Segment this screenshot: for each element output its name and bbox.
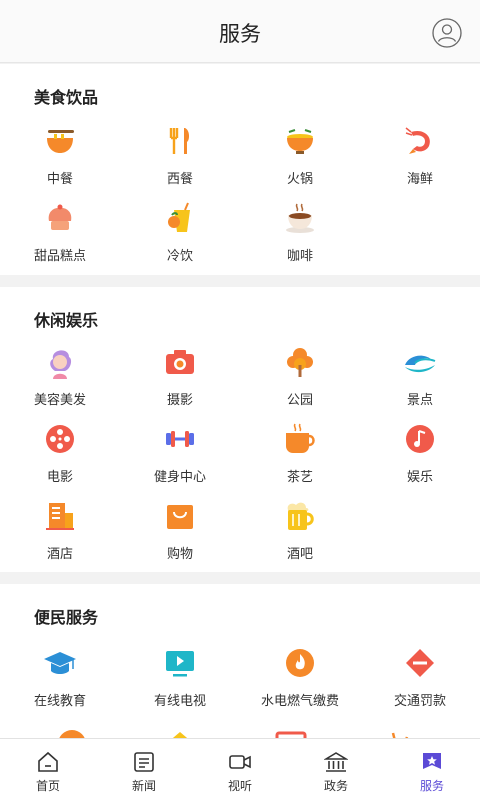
section-food-drink: 美食饮品 中餐 西餐 火锅 海鲜 甜品糕点 冷饮 咖啡 <box>0 64 480 275</box>
service-item-beauty[interactable]: 美容美发 <box>0 345 120 421</box>
tab-label: 服务 <box>419 779 444 793</box>
service-item-label: 电影 <box>46 470 73 485</box>
service-item-label: 购物 <box>166 547 193 562</box>
service-item-hotpot[interactable]: 火锅 <box>240 124 360 200</box>
tab-label: 政务 <box>323 779 348 793</box>
section-title: 休闲娱乐 <box>34 311 99 330</box>
service-item-label: 交通罚款 <box>393 694 446 709</box>
tv-icon <box>166 651 194 677</box>
partial-first-aid-icon[interactable] <box>274 727 308 738</box>
service-item-label: 西餐 <box>166 172 193 187</box>
home-icon <box>38 751 58 772</box>
service-item-photography[interactable]: 摄影 <box>120 345 240 421</box>
coffee-cup-icon <box>286 203 314 233</box>
service-item-bar[interactable]: 酒吧 <box>240 499 360 575</box>
service-item-park[interactable]: 公园 <box>240 345 360 421</box>
tab-government[interactable]: 政务 <box>288 739 384 800</box>
tab-news[interactable]: 新闻 <box>96 739 192 800</box>
service-flag-icon <box>423 753 441 769</box>
service-item-label: 中餐 <box>46 172 73 187</box>
page-title: 服务 <box>219 22 261 46</box>
service-item-label: 摄影 <box>166 393 193 408</box>
noodle-bowl-icon <box>47 130 74 153</box>
tea-cup-icon <box>286 423 315 453</box>
service-item-dessert[interactable]: 甜品糕点 <box>0 201 120 277</box>
service-item-tea[interactable]: 茶艺 <box>240 422 360 498</box>
hotel-building-icon <box>46 503 74 530</box>
fork-knife-icon <box>169 128 190 154</box>
service-item-label: 茶艺 <box>286 470 313 485</box>
service-item-label: 娱乐 <box>406 470 433 485</box>
wave-icon <box>405 355 436 373</box>
camera-icon <box>166 350 194 374</box>
music-note-icon <box>406 425 434 453</box>
graduation-cap-icon <box>44 652 76 674</box>
tab-label: 首页 <box>35 779 60 793</box>
service-item-label: 冷饮 <box>166 249 193 264</box>
service-item-label: 健身中心 <box>153 470 206 485</box>
top-bar: 服务 <box>0 0 480 63</box>
no-entry-icon <box>406 649 434 677</box>
partial-figure-icon[interactable] <box>383 727 417 738</box>
service-item-chinese-food[interactable]: 中餐 <box>0 124 120 200</box>
service-item-western-food[interactable]: 西餐 <box>120 124 240 200</box>
video-camera-icon <box>229 755 251 769</box>
service-item-label: 景点 <box>406 393 433 408</box>
service-item-label: 美容美发 <box>33 393 86 408</box>
service-item-label: 火锅 <box>286 172 313 187</box>
service-item-label: 甜品糕点 <box>33 249 86 264</box>
section-convenience: 便民服务 在线教育 有线电视 水电燃气缴费 交通罚款 <box>0 584 480 738</box>
service-item-label: 公园 <box>286 393 313 408</box>
service-item-label: 有线电视 <box>153 694 206 709</box>
service-item-coffee[interactable]: 咖啡 <box>240 201 360 277</box>
section-title: 便民服务 <box>34 608 99 627</box>
service-item-fitness[interactable]: 健身中心 <box>120 422 240 498</box>
film-reel-icon <box>46 425 74 453</box>
tree-icon <box>287 348 313 377</box>
service-item-label: 咖啡 <box>286 249 313 264</box>
service-item-label: 水电燃气缴费 <box>260 694 339 709</box>
cold-drink-icon <box>168 202 190 232</box>
service-item-label: 酒店 <box>46 547 73 562</box>
beer-mug-icon <box>287 502 314 530</box>
partial-house-icon[interactable] <box>163 727 197 738</box>
tab-service[interactable]: 服务 <box>384 739 480 800</box>
section-leisure: 休闲娱乐 美容美发 摄影 公园 景点 电影 健身中心 茶艺 娱乐 酒店 购物 酒… <box>0 287 480 572</box>
service-item-hotel[interactable]: 酒店 <box>0 499 120 575</box>
section-title: 美食饮品 <box>34 88 99 107</box>
service-item-seafood[interactable]: 海鲜 <box>360 124 480 200</box>
service-item-entertainment[interactable]: 娱乐 <box>360 422 480 498</box>
service-item-label: 酒吧 <box>286 547 313 562</box>
tab-home[interactable]: 首页 <box>0 739 96 800</box>
service-item-cold-drink[interactable]: 冷饮 <box>120 201 240 277</box>
service-item-attraction[interactable]: 景点 <box>360 345 480 421</box>
partial-orange-icon[interactable] <box>55 727 89 738</box>
government-building-icon <box>324 752 348 772</box>
service-item-label: 海鲜 <box>406 172 433 187</box>
woman-hair-icon <box>50 350 72 379</box>
shrimp-icon <box>405 127 430 154</box>
dumbbell-icon <box>166 431 194 447</box>
service-content[interactable]: 美食饮品 中餐 西餐 火锅 海鲜 甜品糕点 冷饮 咖啡 休闲娱乐 美容美发 摄影… <box>0 64 480 738</box>
tab-label: 新闻 <box>131 779 156 793</box>
service-item-shopping[interactable]: 购物 <box>120 499 240 575</box>
service-item-movie[interactable]: 电影 <box>0 422 120 498</box>
shopping-bag-icon <box>167 505 193 529</box>
service-item-online-education[interactable]: 在线教育 <box>0 646 120 722</box>
tab-label: 视听 <box>227 779 252 793</box>
service-item-label: 在线教育 <box>33 694 86 709</box>
hotpot-icon <box>287 129 313 154</box>
user-avatar-icon[interactable] <box>432 18 462 48</box>
news-icon <box>134 752 154 772</box>
service-item-utility-payment[interactable]: 水电燃气缴费 <box>240 646 360 722</box>
service-item-traffic-fine[interactable]: 交通罚款 <box>360 646 480 722</box>
tab-audiovisual[interactable]: 视听 <box>192 739 288 800</box>
cake-icon <box>48 204 72 230</box>
service-item-cable-tv[interactable]: 有线电视 <box>120 646 240 722</box>
flame-icon <box>286 649 314 677</box>
bottom-tab-bar: 首页 新闻 视听 政务 服务 <box>0 738 480 800</box>
